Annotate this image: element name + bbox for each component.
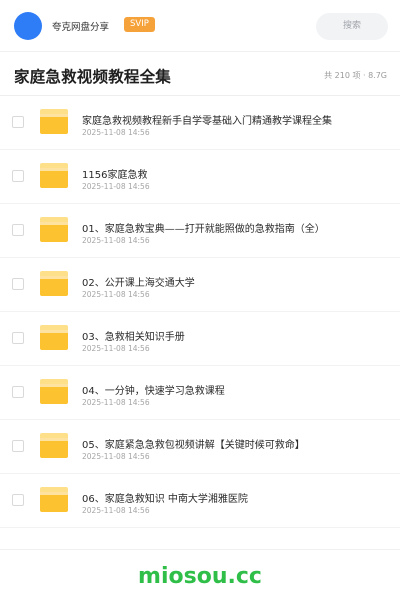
item-date: 2025-11-08 14:56 — [82, 344, 150, 353]
folder-icon — [40, 271, 68, 296]
list-item[interactable]: 02、公开课上海交通大学 2025-11-08 14:56 — [0, 258, 400, 312]
list-item[interactable]: 01、家庭急救宝典——打开就能照做的急救指南（全） 2025-11-08 14:… — [0, 204, 400, 258]
watermark: miosou.cc — [138, 564, 262, 589]
list-item[interactable]: 06、家庭急救知识 中南大学湘雅医院 2025-11-08 14:56 — [0, 474, 400, 528]
item-checkbox[interactable] — [12, 170, 24, 182]
list-item[interactable]: 1156家庭急救 2025-11-08 14:56 — [0, 150, 400, 204]
item-checkbox[interactable] — [12, 278, 24, 290]
vip-badge: SVIP — [124, 17, 155, 32]
item-count-summary: 共 210 项 · 8.7G — [324, 71, 387, 80]
folder-icon — [40, 487, 68, 512]
item-name: 03、急救相关知识手册 — [82, 332, 185, 343]
folder-icon — [40, 163, 68, 188]
folder-icon — [40, 379, 68, 404]
list-item[interactable]: 04、一分钟，快速学习急救课程 2025-11-08 14:56 — [0, 366, 400, 420]
item-name: 家庭急救视频教程新手自学零基础入门精通教学课程全集 — [82, 116, 332, 127]
bottom-divider — [0, 549, 400, 550]
item-date: 2025-11-08 14:56 — [82, 452, 150, 461]
share-owner-name: 夸克网盘分享 — [52, 22, 110, 33]
avatar[interactable] — [14, 12, 42, 40]
item-name: 05、家庭紧急急救包视频讲解【关键时候可救命】 — [82, 440, 305, 451]
item-checkbox[interactable] — [12, 440, 24, 452]
item-date: 2025-11-08 14:56 — [82, 236, 150, 245]
folder-icon — [40, 325, 68, 350]
file-list: 家庭急救视频教程新手自学零基础入门精通教学课程全集 2025-11-08 14:… — [0, 96, 400, 528]
item-name: 02、公开课上海交通大学 — [82, 278, 195, 289]
folder-icon — [40, 109, 68, 134]
item-checkbox[interactable] — [12, 224, 24, 236]
item-checkbox[interactable] — [12, 494, 24, 506]
item-date: 2025-11-08 14:56 — [82, 398, 150, 407]
item-date: 2025-11-08 14:56 — [82, 128, 150, 137]
item-checkbox[interactable] — [12, 332, 24, 344]
title-bar: 家庭急救视频教程全集 共 210 项 · 8.7G — [0, 52, 400, 96]
item-date: 2025-11-08 14:56 — [82, 506, 150, 515]
search-input[interactable]: 搜索 — [316, 13, 388, 40]
header-bar: 夸克网盘分享 SVIP 搜索 — [0, 0, 400, 52]
item-name: 1156家庭急救 — [82, 170, 148, 181]
item-checkbox[interactable] — [12, 386, 24, 398]
page-title: 家庭急救视频教程全集 — [14, 68, 172, 86]
item-date: 2025-11-08 14:56 — [82, 290, 150, 299]
list-item[interactable]: 05、家庭紧急急救包视频讲解【关键时候可救命】 2025-11-08 14:56 — [0, 420, 400, 474]
item-name: 06、家庭急救知识 中南大学湘雅医院 — [82, 494, 248, 505]
item-name: 04、一分钟，快速学习急救课程 — [82, 386, 225, 397]
item-checkbox[interactable] — [12, 116, 24, 128]
item-name: 01、家庭急救宝典——打开就能照做的急救指南（全） — [82, 224, 325, 235]
list-item[interactable]: 家庭急救视频教程新手自学零基础入门精通教学课程全集 2025-11-08 14:… — [0, 96, 400, 150]
list-item[interactable]: 03、急救相关知识手册 2025-11-08 14:56 — [0, 312, 400, 366]
folder-icon — [40, 433, 68, 458]
item-date: 2025-11-08 14:56 — [82, 182, 150, 191]
folder-icon — [40, 217, 68, 242]
